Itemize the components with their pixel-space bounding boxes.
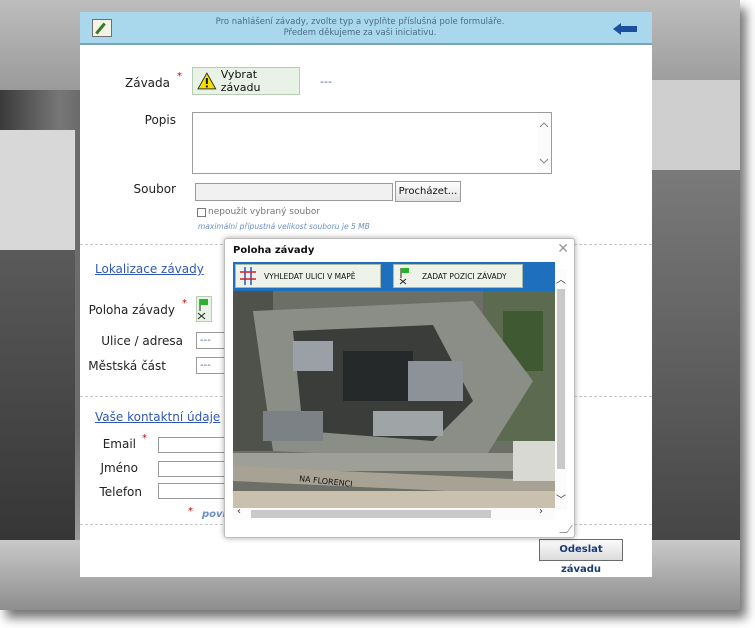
location-modal: Poloha závady ✕ VYHLEDAT ULICI V MAPĚ ZA…	[224, 238, 575, 538]
scroll-right-icon[interactable]: ›	[539, 506, 543, 517]
modal-title: Poloha závady	[233, 245, 315, 256]
search-street-button[interactable]: VYHLEDAT ULICI V MAPĚ	[235, 264, 381, 288]
banner-text: Pro nahlášení závady, zvolte typ a vyplň…	[140, 17, 580, 39]
banner-line-1: Pro nahlášení závady, zvolte typ a vyplň…	[215, 17, 505, 27]
file-path-input[interactable]	[195, 183, 393, 201]
back-arrow-icon[interactable]	[613, 23, 637, 35]
scroll-left-icon[interactable]: ‹	[237, 506, 241, 517]
pick-defect-label: Vybrat závadu	[220, 68, 261, 94]
set-position-button[interactable]: ZADAT POZICI ZÁVADY	[393, 264, 523, 288]
location-section-title: Lokalizace závady	[95, 262, 204, 276]
poloha-label: Poloha závady	[88, 303, 175, 317]
skip-file-row: nepoužít vybraný soubor	[197, 207, 320, 217]
resize-handle-icon[interactable]	[559, 525, 573, 533]
file-size-hint: maximální přípustná velikost souboru je …	[198, 222, 370, 231]
required-mark: *	[177, 71, 182, 82]
chevron-up-icon	[539, 122, 549, 128]
street-map-icon	[240, 267, 256, 285]
zavada-value: ---	[320, 75, 332, 88]
ulice-label: Ulice / adresa	[101, 334, 183, 348]
chevron-down-icon	[539, 158, 549, 164]
set-position-label: ZADAT POZICI ZÁVADY	[422, 271, 507, 281]
vertical-scroll-thumb[interactable]	[557, 289, 565, 469]
map-vertical-scrollbar[interactable]: ︿ ﹀	[555, 269, 567, 509]
submit-button[interactable]: Odeslat závadu	[539, 539, 623, 575]
jmeno-label: Jméno	[100, 461, 138, 475]
bg-building-right	[650, 80, 740, 170]
cast-label: Městská část	[88, 359, 166, 373]
textarea-scrollbar[interactable]	[537, 113, 551, 173]
popis-label: Popis	[144, 113, 176, 127]
flag-icon	[197, 299, 208, 320]
flag-icon	[399, 268, 409, 285]
email-required-mark: *	[142, 433, 147, 444]
ulice-field[interactable]: ---	[196, 332, 226, 349]
skip-file-checkbox[interactable]	[197, 207, 206, 217]
horizontal-scroll-thumb[interactable]	[251, 510, 491, 518]
search-street-label: VYHLEDAT ULICI V MAPĚ	[264, 271, 356, 281]
banner-line-2: Předem děkujeme za vaši iniciativu.	[283, 28, 437, 38]
poloha-button[interactable]	[196, 296, 212, 322]
zavada-label: Závada	[125, 76, 170, 90]
map-horizontal-scrollbar[interactable]: ‹ ›	[233, 506, 555, 520]
scroll-up-icon[interactable]: ︿	[556, 271, 566, 286]
cast-field[interactable]: ---	[196, 357, 226, 374]
aerial-map[interactable]: NA FLORENCI	[233, 291, 555, 511]
info-banner: Pro nahlášení závady, zvolte typ a vyplň…	[80, 12, 652, 45]
note-required-mark: *	[188, 506, 193, 517]
contact-section-title: Vaše kontaktní údaje	[95, 410, 221, 424]
bg-building-left	[0, 130, 75, 250]
scroll-down-icon[interactable]: ﹀	[556, 491, 566, 506]
map-toolbar: VYHLEDAT ULICI V MAPĚ ZADAT POZICI ZÁVAD…	[233, 262, 555, 291]
poloha-required-mark: *	[182, 298, 187, 309]
warning-icon	[197, 72, 217, 90]
aerial-map-image	[233, 291, 555, 511]
edit-note-icon	[92, 19, 112, 37]
browse-button[interactable]: Procházet...	[395, 181, 461, 202]
telefon-label: Telefon	[99, 485, 142, 499]
soubor-label: Soubor	[133, 182, 176, 196]
pick-defect-button[interactable]: Vybrat závadu	[192, 67, 300, 95]
close-icon[interactable]: ✕	[557, 241, 569, 257]
skip-file-label: nepoužít vybraný soubor	[208, 207, 321, 217]
popis-textarea[interactable]	[192, 112, 552, 174]
email-label: Email	[102, 437, 136, 451]
